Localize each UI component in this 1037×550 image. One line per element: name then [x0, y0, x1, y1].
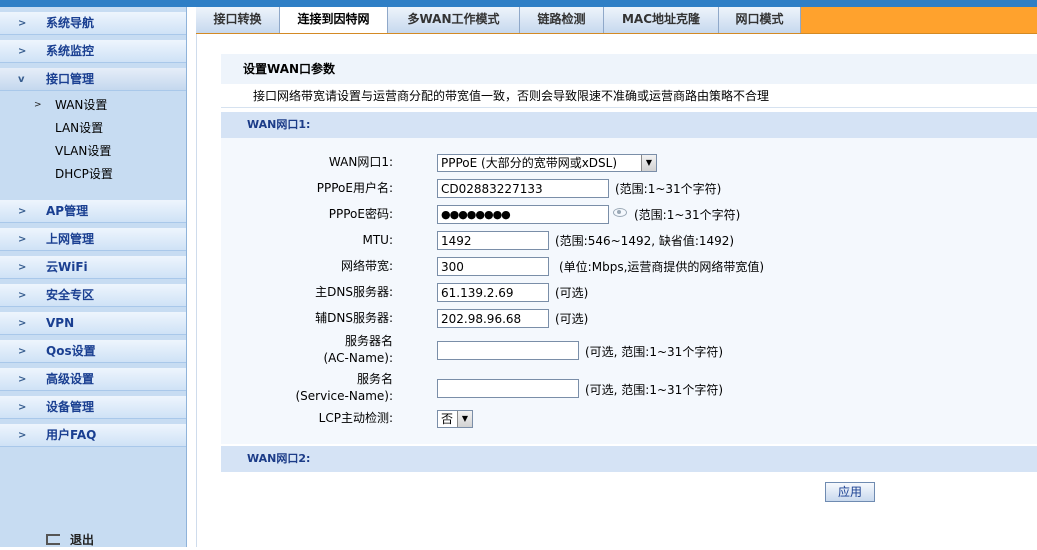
sidebar-subitem-vlan[interactable]: VLAN设置 [0, 140, 186, 163]
sidebar-item-advanced[interactable]: > 高级设置 [0, 368, 186, 391]
sidebar-subitem-wan[interactable]: > WAN设置 [0, 94, 186, 117]
bandwidth-hint: (单位:Mbps,运营商提供的网络带宽值) [559, 260, 765, 274]
top-strip [0, 0, 1037, 7]
logout-icon [46, 534, 60, 545]
ac-name-input[interactable] [437, 341, 579, 360]
service-name-label-line2: (Service-Name): [295, 389, 394, 403]
ac-name-label-line2: (AC-Name): [323, 351, 393, 365]
sidebar-item-cloud-wifi[interactable]: > 云WiFi [0, 256, 186, 279]
expand-arrow-icon: > [18, 374, 27, 385]
panel-title: 设置WAN口参数 [221, 54, 1037, 84]
wan-connection-type-select[interactable]: PPPoE (大部分的宽带网或xDSL) ▼ [437, 154, 657, 172]
sidebar-item-interface-management[interactable]: v 接口管理 [0, 68, 186, 91]
expand-arrow-icon: > [18, 262, 27, 273]
expand-arrow-icon: > [18, 206, 27, 217]
sidebar-item-label: AP管理 [46, 204, 89, 218]
sidebar-item-label: 系统监控 [46, 44, 95, 58]
service-name-label-line1: 服务名 [356, 372, 393, 386]
lcp-detection-label: LCP主动检测: [318, 411, 393, 425]
current-item-icon: > [34, 100, 42, 110]
pppoe-username-hint: (范围:1~31个字符) [615, 182, 722, 196]
expand-arrow-icon: > [18, 318, 27, 329]
bandwidth-input[interactable] [437, 257, 549, 276]
mtu-hint: (范围:546~1492, 缺省值:1492) [555, 234, 735, 248]
expand-arrow-icon: > [18, 46, 27, 57]
wan-connection-type-value: PPPoE (大部分的宽带网或xDSL) [441, 156, 618, 170]
tab-mac-clone[interactable]: MAC地址克隆 [604, 7, 719, 33]
mtu-label: MTU: [362, 233, 393, 247]
sidebar-item-label: 接口管理 [46, 72, 95, 86]
sidebar-item-system-monitor[interactable]: > 系统监控 [0, 40, 186, 63]
sidebar-item-label: 系统导航 [46, 16, 95, 30]
tab-link-detection[interactable]: 链路检测 [520, 7, 604, 33]
tab-interface-switch[interactable]: 接口转换 [196, 7, 280, 33]
sidebar-item-label: Qos设置 [46, 344, 96, 358]
tab-multi-wan-mode[interactable]: 多WAN工作模式 [388, 7, 520, 33]
ac-name-label-line1: 服务器名 [344, 334, 393, 348]
sidebar-item-label: 设备管理 [46, 400, 95, 414]
secondary-dns-hint: (可选) [555, 312, 589, 326]
sidebar-item-label: 安全专区 [46, 288, 95, 302]
lcp-detection-select[interactable]: 否 ▼ [437, 410, 473, 428]
tab-port-mode[interactable]: 网口模式 [719, 7, 801, 33]
sidebar-item-internet-management[interactable]: > 上网管理 [0, 228, 186, 251]
bandwidth-label: 网络带宽: [340, 259, 393, 273]
sidebar-item-label: 云WiFi [46, 260, 88, 274]
pppoe-username-label: PPPoE用户名: [316, 181, 393, 195]
sidebar-subitem-label: LAN设置 [55, 121, 104, 135]
expand-arrow-icon: > [18, 18, 27, 29]
mtu-input[interactable] [437, 231, 549, 250]
sidebar: > 系统导航 > 系统监控 v 接口管理 > WAN设置 LAN设置 VLAN设… [0, 7, 187, 547]
sidebar-item-vpn[interactable]: > VPN [0, 312, 186, 335]
apply-button[interactable]: 应用 [825, 482, 875, 502]
sidebar-item-security[interactable]: > 安全专区 [0, 284, 186, 307]
secondary-dns-input[interactable] [437, 309, 549, 328]
chevron-down-icon: ▼ [457, 411, 472, 427]
sidebar-item-system-nav[interactable]: > 系统导航 [0, 12, 186, 35]
sidebar-subitem-label: WAN设置 [55, 98, 108, 112]
tab-connect-internet[interactable]: 连接到因特网 [280, 7, 388, 33]
logout-label: 退出 [70, 533, 95, 547]
wan-port-label: WAN网口1: [328, 155, 393, 169]
sidebar-item-user-faq[interactable]: > 用户FAQ [0, 424, 186, 447]
sidebar-subitem-lan[interactable]: LAN设置 [0, 117, 186, 140]
bandwidth-notice: 接口网络带宽请设置与运营商分配的带宽值一致，否则会导致限速不准确或运营商路由策略… [221, 84, 1037, 108]
logout-button[interactable]: 退出 [46, 530, 136, 550]
sidebar-subitem-label: VLAN设置 [55, 144, 112, 158]
pppoe-username-input[interactable] [437, 179, 609, 198]
expand-arrow-icon: > [18, 430, 27, 441]
lcp-detection-value: 否 [441, 412, 454, 426]
collapse-arrow-icon: v [18, 74, 25, 85]
primary-dns-input[interactable] [437, 283, 549, 302]
tab-bar: 接口转换 连接到因特网 多WAN工作模式 链路检测 MAC地址克隆 网口模式 [196, 7, 1037, 34]
expand-arrow-icon: > [18, 234, 27, 245]
ac-name-hint: (可选, 范围:1~31个字符) [585, 345, 723, 359]
sidebar-item-label: 用户FAQ [46, 428, 97, 442]
sidebar-item-qos[interactable]: > Qos设置 [0, 340, 186, 363]
wan1-section-header: WAN网口1: [221, 112, 1037, 138]
pppoe-password-hint: (范围:1~31个字符) [634, 208, 741, 222]
expand-arrow-icon: > [18, 290, 27, 301]
wan2-section-header[interactable]: WAN网口2: [221, 446, 1037, 472]
sidebar-subitem-label: DHCP设置 [55, 167, 113, 181]
sidebar-item-label: 高级设置 [46, 372, 95, 386]
expand-arrow-icon: > [18, 346, 27, 357]
chevron-down-icon: ▼ [641, 155, 656, 171]
expand-arrow-icon: > [18, 402, 27, 413]
sidebar-item-ap-management[interactable]: > AP管理 [0, 200, 186, 223]
pppoe-password-input[interactable]: ●●●●●●●● [437, 205, 609, 224]
pppoe-password-label: PPPoE密码: [328, 207, 393, 221]
primary-dns-label: 主DNS服务器: [315, 285, 393, 299]
sidebar-subitem-dhcp[interactable]: DHCP设置 [0, 163, 186, 186]
service-name-input[interactable] [437, 379, 579, 398]
service-name-hint: (可选, 范围:1~31个字符) [585, 383, 723, 397]
primary-dns-hint: (可选) [555, 286, 589, 300]
sidebar-item-label: 上网管理 [46, 232, 95, 246]
sidebar-item-label: VPN [46, 316, 75, 330]
show-password-eye-icon[interactable] [613, 208, 627, 217]
secondary-dns-label: 辅DNS服务器: [315, 311, 393, 325]
sidebar-item-device-management[interactable]: > 设备管理 [0, 396, 186, 419]
